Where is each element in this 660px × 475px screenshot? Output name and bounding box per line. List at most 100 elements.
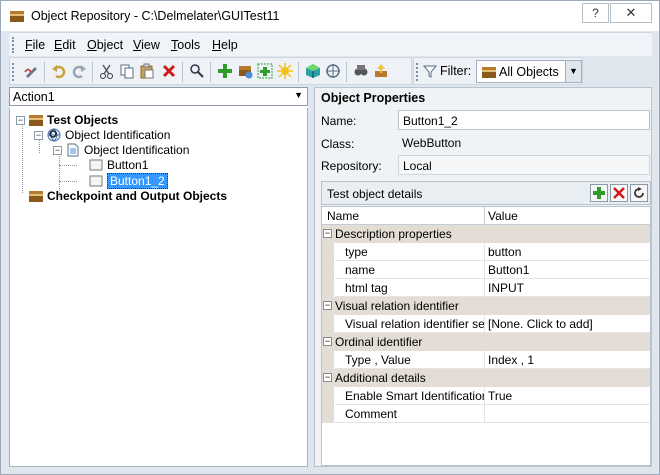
- toolbar-separator: [44, 62, 45, 82]
- menu-file[interactable]: File: [25, 38, 45, 52]
- menu-edit[interactable]: Edit: [54, 38, 76, 52]
- grid-row[interactable]: name Button1: [322, 261, 650, 279]
- property-name: html tag: [335, 279, 484, 297]
- locate-icon[interactable]: [324, 62, 342, 80]
- category-additional-details[interactable]: − Additional details: [322, 369, 650, 387]
- property-value[interactable]: [485, 405, 650, 423]
- filter-value: All Objects: [499, 65, 559, 79]
- grid-header: Name Value: [322, 207, 650, 225]
- grid-row[interactable]: Visual relation identifier setti... [Non…: [322, 315, 650, 333]
- menu-tools[interactable]: Tools: [171, 38, 200, 52]
- property-value[interactable]: True: [485, 387, 650, 405]
- grid-row[interactable]: Comment: [322, 405, 650, 423]
- delete-icon[interactable]: [160, 62, 178, 80]
- property-name: type: [335, 243, 484, 261]
- undo-icon[interactable]: [50, 62, 68, 80]
- collapse-icon[interactable]: −: [34, 130, 43, 140]
- close-button[interactable]: ✕: [610, 3, 652, 23]
- menu-view[interactable]: View: [133, 38, 160, 52]
- add-property-button[interactable]: [590, 184, 608, 202]
- column-header-name[interactable]: Name: [327, 209, 359, 223]
- repository-icon: [28, 113, 44, 127]
- toolbar-grip[interactable]: [416, 63, 420, 81]
- tree-item-test-objects[interactable]: − Test Objects: [16, 112, 118, 128]
- filter-toolbar: Filter: All Objects ▼: [413, 57, 583, 85]
- collapse-icon[interactable]: −: [323, 229, 332, 238]
- repository-label: Repository:: [321, 159, 382, 173]
- cut-icon[interactable]: [98, 62, 116, 80]
- grid-row[interactable]: html tag INPUT: [322, 279, 650, 297]
- column-header-value[interactable]: Value: [488, 209, 518, 223]
- page-icon: [65, 143, 81, 157]
- property-value[interactable]: Button1: [485, 261, 650, 279]
- filter-icon: [422, 64, 438, 81]
- toolbar-separator: [92, 62, 93, 82]
- collapse-icon[interactable]: −: [53, 145, 62, 155]
- remove-property-button[interactable]: [610, 184, 628, 202]
- object-spy-icon[interactable]: [304, 62, 322, 80]
- object-tree: − Test Objects − Object Identification −…: [9, 108, 308, 467]
- copy-icon[interactable]: [118, 62, 136, 80]
- toolbar-grip[interactable]: [12, 63, 16, 81]
- menu-bar: File Edit Object View Tools Help: [9, 32, 652, 56]
- name-field[interactable]: Button1_2: [398, 110, 650, 130]
- repository-icon: [481, 65, 497, 82]
- tree-item-object-identification[interactable]: − Object Identification: [34, 127, 170, 143]
- grid-row[interactable]: Enable Smart Identification True: [322, 387, 650, 405]
- menu-help[interactable]: Help: [212, 38, 238, 52]
- chevron-down-icon[interactable]: ▼: [565, 61, 581, 82]
- property-value[interactable]: button: [485, 243, 650, 261]
- toolbar-separator: [182, 62, 183, 82]
- filter-dropdown[interactable]: All Objects ▼: [476, 60, 582, 83]
- collapse-icon[interactable]: −: [16, 115, 25, 125]
- highlight-icon[interactable]: [276, 62, 294, 80]
- menu-object[interactable]: Object: [87, 38, 123, 52]
- category-description-properties[interactable]: − Description properties: [322, 225, 650, 243]
- property-name: Comment: [335, 405, 484, 423]
- tree-item-button1-2[interactable]: Button1_2: [88, 173, 168, 189]
- collapse-icon[interactable]: −: [323, 337, 332, 346]
- property-value[interactable]: Index , 1: [485, 351, 650, 369]
- tree-item-button1[interactable]: Button1: [88, 157, 148, 173]
- repository-value: Local: [398, 155, 650, 175]
- grid-row[interactable]: type button: [322, 243, 650, 261]
- add-objects-icon[interactable]: [216, 62, 234, 80]
- web-button-icon: [88, 174, 104, 188]
- export-icon[interactable]: [372, 62, 390, 80]
- grid-row[interactable]: Type , Value Index , 1: [322, 351, 650, 369]
- update-objects-icon[interactable]: [236, 62, 254, 80]
- category-ordinal-identifier[interactable]: − Ordinal identifier: [322, 333, 650, 351]
- pen-icon[interactable]: [22, 62, 40, 80]
- tree-item-page-object-identification[interactable]: − Object Identification: [53, 142, 189, 158]
- filter-label: Filter:: [440, 64, 472, 78]
- property-value[interactable]: INPUT: [485, 279, 650, 297]
- tree-label: Button1: [107, 158, 149, 172]
- add-collection-icon[interactable]: [256, 62, 274, 80]
- main-toolbar: [9, 57, 412, 85]
- property-name: Enable Smart Identification: [335, 387, 484, 405]
- toolbar-separator: [298, 62, 299, 82]
- collapse-icon[interactable]: −: [323, 373, 332, 382]
- property-value[interactable]: [None. Click to add]: [485, 315, 650, 333]
- property-name: Type , Value: [335, 351, 484, 369]
- category-visual-relation-identifier[interactable]: − Visual relation identifier: [322, 297, 650, 315]
- repository-icon: [28, 189, 44, 203]
- test-object-details-label: Test object details: [327, 187, 423, 201]
- object-repository-window: Object Repository - C:\Delmelater\GUITes…: [0, 0, 660, 475]
- redo-icon[interactable]: [70, 62, 88, 80]
- properties-grid: Name Value − Description properties type…: [321, 206, 651, 466]
- paste-icon[interactable]: [138, 62, 156, 80]
- toolbar-separator: [346, 62, 347, 82]
- find-icon[interactable]: [188, 62, 206, 80]
- test-object-details-bar: Test object details: [321, 181, 651, 205]
- tree-item-checkpoint-objects[interactable]: Checkpoint and Output Objects: [28, 188, 227, 204]
- help-button[interactable]: ?: [582, 3, 609, 23]
- title-bar[interactable]: Object Repository - C:\Delmelater\GUITes…: [1, 1, 659, 31]
- associate-icon[interactable]: [352, 62, 370, 80]
- action-dropdown[interactable]: Action1 ▼: [9, 87, 308, 106]
- chevron-down-icon[interactable]: ▼: [294, 90, 303, 100]
- action-value: Action1: [13, 90, 55, 104]
- menu-grip[interactable]: [12, 37, 16, 53]
- refresh-icon[interactable]: [630, 184, 648, 202]
- collapse-icon[interactable]: −: [323, 301, 332, 310]
